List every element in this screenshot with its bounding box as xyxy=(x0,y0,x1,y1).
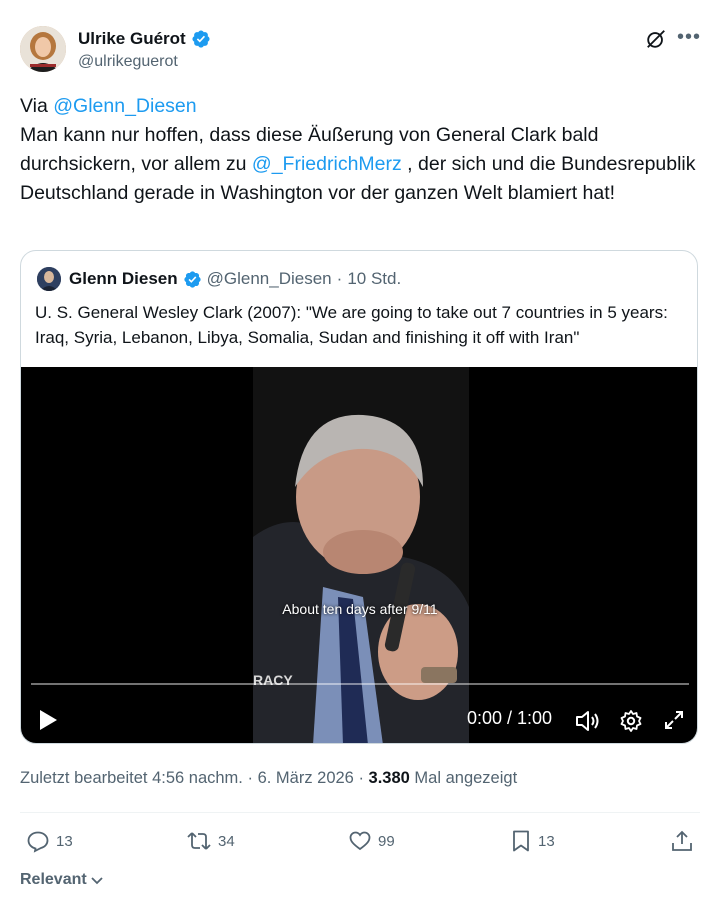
more-options-icon[interactable]: ••• xyxy=(677,26,701,49)
volume-muted-icon[interactable] xyxy=(575,709,601,733)
tweet-text: Via @Glenn_Diesen Man kann nur hoffen, d… xyxy=(20,92,700,208)
video-caption: About ten days after 9/11 xyxy=(282,601,438,617)
heart-icon xyxy=(349,831,371,851)
bookmark-button[interactable]: 13 xyxy=(510,829,555,853)
author-name[interactable]: Ulrike Guérot xyxy=(78,29,211,49)
verified-badge-icon xyxy=(184,270,201,288)
quoted-header: Glenn Diesen @Glenn_Diesen · 10 Std. xyxy=(69,269,401,289)
like-button[interactable]: 99 xyxy=(348,829,395,853)
quoted-author-name[interactable]: Glenn Diesen xyxy=(69,269,178,289)
tweet-date[interactable]: 6. März 2026 xyxy=(258,769,354,787)
views-count: 3.380 xyxy=(368,769,410,787)
repost-count: 34 xyxy=(218,832,235,850)
video-frame: RACY xyxy=(253,367,469,743)
settings-gear-icon[interactable] xyxy=(619,709,643,733)
quoted-author-handle[interactable]: @Glenn_Diesen xyxy=(207,269,332,289)
bookmark-icon xyxy=(513,830,529,852)
like-count: 99 xyxy=(378,832,395,850)
tweet-meta: Zuletzt bearbeitet 4:56 nachm. · 6. März… xyxy=(20,769,517,788)
separator-dot: · xyxy=(353,769,369,787)
views-label: Mal angezeigt xyxy=(409,769,518,787)
share-button[interactable] xyxy=(670,829,694,853)
play-icon[interactable] xyxy=(37,708,59,732)
quoted-author-avatar[interactable] xyxy=(37,267,61,291)
separator-dot: · xyxy=(336,269,343,288)
share-icon xyxy=(672,830,692,851)
chevron-down-icon xyxy=(91,877,103,885)
quoted-tweet-text: U. S. General Wesley Clark (2007): "We a… xyxy=(35,303,668,347)
edited-timestamp[interactable]: Zuletzt bearbeitet 4:56 nachm. xyxy=(20,769,243,787)
repost-button[interactable]: 34 xyxy=(186,829,235,853)
author-name-text[interactable]: Ulrike Guérot xyxy=(78,29,186,49)
bookmark-count: 13 xyxy=(538,832,555,850)
video-player[interactable]: RACY About ten days after 9/11 0:00 / 1:… xyxy=(21,367,697,743)
sort-label: Relevant xyxy=(20,871,87,888)
reply-icon xyxy=(27,831,49,853)
repost-icon xyxy=(187,832,211,850)
mention-link[interactable]: @_FriedrichMerz xyxy=(252,153,402,175)
separator-dot: · xyxy=(242,769,258,787)
reply-button[interactable]: 13 xyxy=(26,829,73,853)
divider xyxy=(20,812,700,813)
fullscreen-icon[interactable] xyxy=(663,709,685,731)
author-handle[interactable]: @ulrikeguerot xyxy=(78,53,178,71)
grok-icon[interactable] xyxy=(645,28,667,50)
svg-text:RACY: RACY xyxy=(253,672,293,688)
video-time: 0:00 / 1:00 xyxy=(467,708,553,728)
sort-dropdown[interactable]: Relevant xyxy=(20,871,105,889)
reply-count: 13 xyxy=(56,832,73,850)
video-progress-bar[interactable] xyxy=(31,683,689,685)
quoted-timestamp[interactable]: 10 Std. xyxy=(347,269,401,289)
tweet-text-part: Via xyxy=(20,95,54,117)
mention-link[interactable]: @Glenn_Diesen xyxy=(53,95,196,117)
verified-badge-icon xyxy=(192,30,210,48)
author-avatar[interactable] xyxy=(20,26,66,72)
quoted-tweet[interactable]: Glenn Diesen @Glenn_Diesen · 10 Std. U. … xyxy=(20,250,698,744)
